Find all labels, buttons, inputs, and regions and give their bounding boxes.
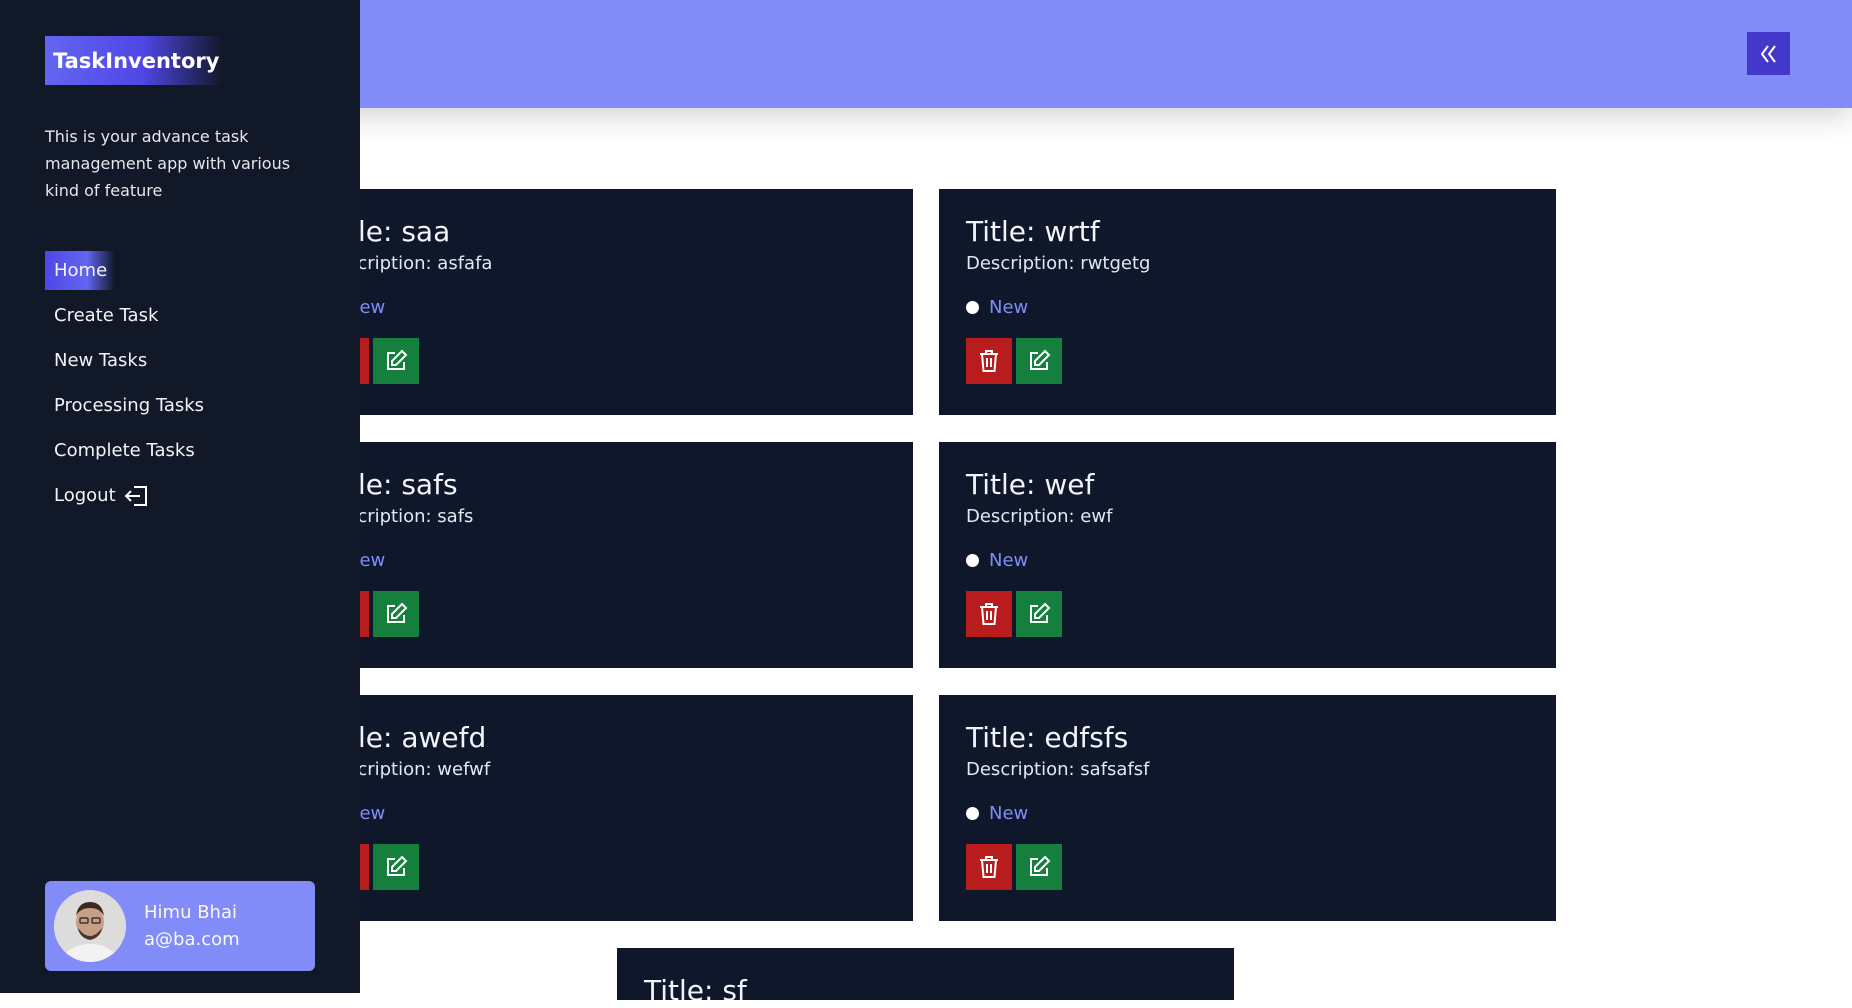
- status-label: New: [989, 296, 1029, 318]
- sidebar: TaskInventory This is your advance task …: [0, 0, 360, 993]
- edit-button[interactable]: [373, 844, 419, 890]
- status-dot-icon: [966, 806, 979, 820]
- user-email: a@ba.com: [144, 929, 240, 950]
- task-description: Description: safsafsf: [966, 759, 1150, 780]
- task-actions: [966, 844, 1529, 890]
- task-actions: [323, 591, 886, 637]
- task-actions: [966, 338, 1529, 384]
- edit-icon: [1030, 349, 1051, 370]
- sidebar-item-new-tasks[interactable]: New Tasks: [45, 341, 155, 380]
- task-description: Description: rwtgetg: [966, 253, 1151, 274]
- task-card: Title: saa Description: asfafa New: [296, 189, 913, 415]
- task-card: Title: sf: [617, 948, 1234, 1007]
- task-description: Description: wefwf: [323, 759, 491, 780]
- task-description: Description: safs: [323, 506, 474, 527]
- task-actions: [966, 591, 1529, 637]
- trash-icon: [980, 603, 998, 625]
- edit-icon: [387, 855, 408, 876]
- task-actions: [323, 844, 886, 890]
- task-card: Title: edfsfs Description: safsafsf New: [939, 695, 1556, 921]
- task-status: New: [966, 295, 1529, 319]
- task-status: New: [323, 548, 886, 572]
- task-card: Title: wrtf Description: rwtgetg New: [939, 189, 1556, 415]
- task-card: Title: safs Description: safs New: [296, 442, 913, 668]
- logout-icon: [124, 485, 147, 506]
- user-name: Himu Bhai: [144, 902, 237, 923]
- edit-icon: [1030, 602, 1051, 623]
- edit-button[interactable]: [1016, 591, 1062, 637]
- delete-button[interactable]: [966, 338, 1012, 384]
- sidebar-nav: Home Create Task New Tasks Processing Ta…: [45, 251, 325, 521]
- sidebar-item-create-task[interactable]: Create Task: [45, 296, 166, 335]
- edit-button[interactable]: [373, 591, 419, 637]
- edit-button[interactable]: [373, 338, 419, 384]
- sidebar-item-home[interactable]: Home: [45, 251, 116, 290]
- user-profile-card[interactable]: Himu Bhai a@ba.com: [45, 881, 315, 971]
- app-tagline: This is your advance task management app…: [45, 127, 291, 200]
- sidebar-item-label: Complete Tasks: [54, 440, 195, 461]
- avatar: [54, 890, 126, 962]
- double-chevron-left-icon: [1760, 44, 1776, 63]
- sidebar-item-complete-tasks[interactable]: Complete Tasks: [45, 431, 203, 470]
- task-title: Title: safs: [323, 468, 458, 501]
- edit-icon: [1030, 855, 1051, 876]
- sidebar-item-label: Logout: [54, 485, 116, 506]
- status-dot-icon: [966, 300, 979, 314]
- collapse-sidebar-button[interactable]: [1747, 32, 1790, 75]
- task-title: Title: edfsfs: [966, 721, 1129, 754]
- task-title: Title: wrtf: [966, 215, 1100, 248]
- status-label: New: [989, 549, 1029, 571]
- status-label: New: [989, 802, 1029, 824]
- task-title: Title: sf: [644, 974, 747, 1007]
- sidebar-item-processing-tasks[interactable]: Processing Tasks: [45, 386, 212, 425]
- task-status: New: [323, 295, 886, 319]
- task-card: Title: wef Description: ewf New: [939, 442, 1556, 668]
- sidebar-item-label: Create Task: [54, 305, 159, 326]
- task-description: Description: asfafa: [323, 253, 493, 274]
- user-info: Himu Bhai a@ba.com: [144, 899, 240, 953]
- sidebar-item-label: Processing Tasks: [54, 395, 205, 416]
- sidebar-item-label: New Tasks: [54, 350, 148, 371]
- sidebar-item-label: Home: [54, 260, 108, 281]
- edit-icon: [387, 602, 408, 623]
- task-status: New: [966, 801, 1529, 825]
- task-status: New: [966, 548, 1529, 572]
- status-dot-icon: [966, 553, 979, 567]
- trash-icon: [980, 856, 998, 878]
- delete-button[interactable]: [966, 844, 1012, 890]
- edit-button[interactable]: [1016, 338, 1062, 384]
- edit-button[interactable]: [1016, 844, 1062, 890]
- edit-icon: [387, 349, 408, 370]
- app-logo[interactable]: TaskInventory: [45, 36, 223, 85]
- task-title: Title: wef: [966, 468, 1095, 501]
- task-title: Title: saa: [323, 215, 451, 248]
- task-description: Description: ewf: [966, 506, 1113, 527]
- task-title: Title: awefd: [323, 721, 487, 754]
- sidebar-item-logout[interactable]: Logout: [45, 476, 158, 515]
- user-photo-icon: [54, 890, 126, 962]
- task-status: New: [323, 801, 886, 825]
- task-actions: [323, 338, 886, 384]
- task-card: Title: awefd Description: wefwf New: [296, 695, 913, 921]
- delete-button[interactable]: [966, 591, 1012, 637]
- trash-icon: [980, 350, 998, 372]
